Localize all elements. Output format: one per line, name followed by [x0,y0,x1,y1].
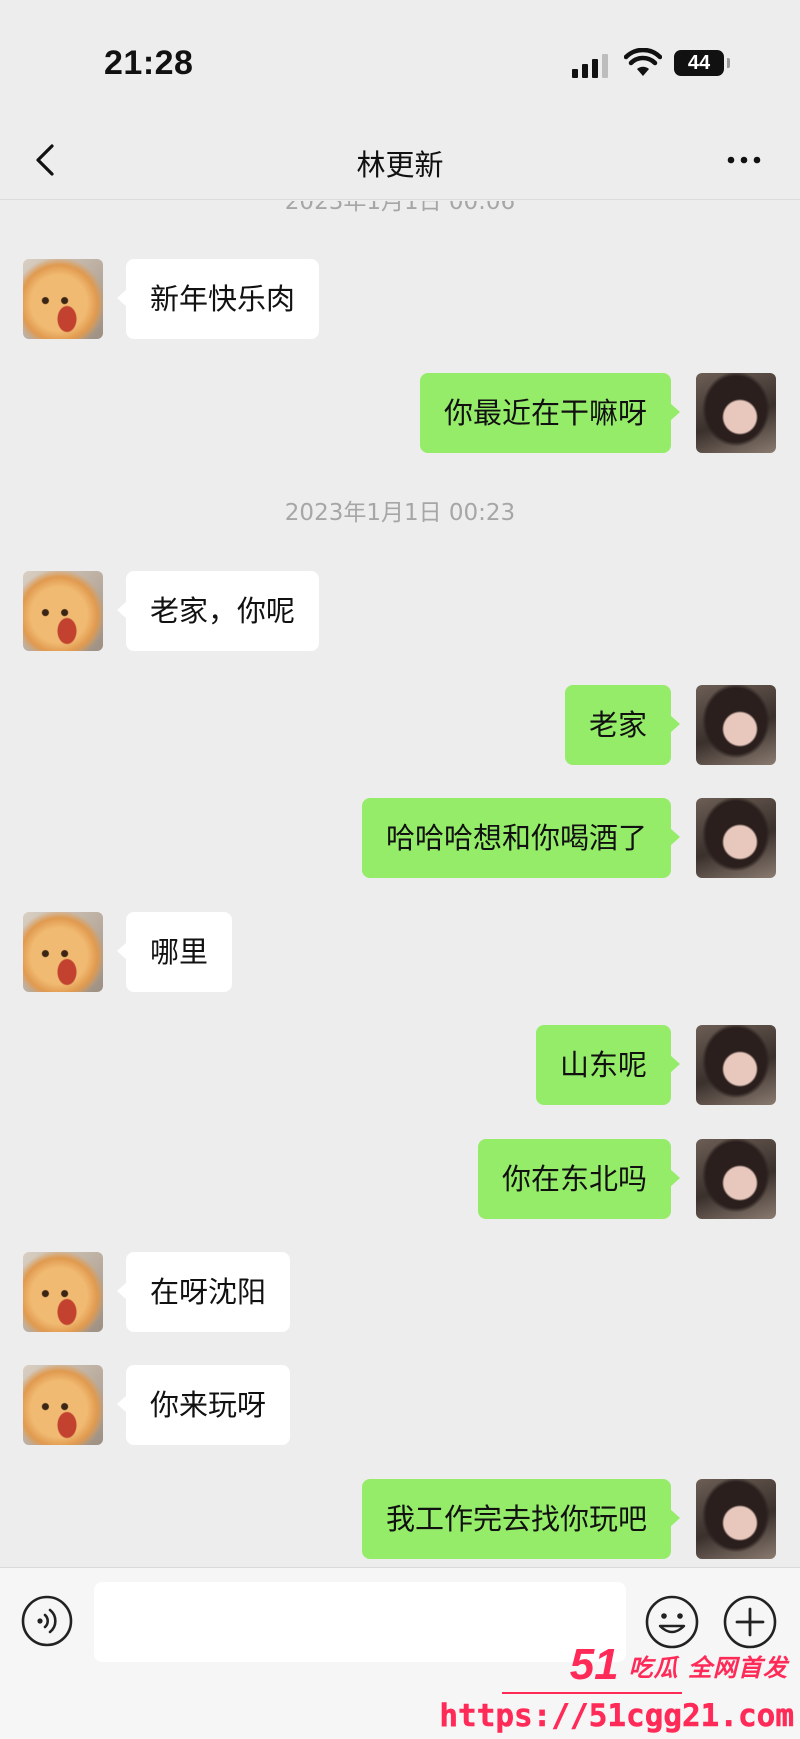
more-icon[interactable] [722,142,766,178]
user-avatar[interactable] [696,798,776,878]
status-time: 21:28 [104,44,194,82]
user-avatar[interactable] [696,1025,776,1105]
message-row: 你在东北吗 [0,1139,800,1221]
message-bubble[interactable]: 你来玩呀 [116,1365,291,1445]
message-list[interactable]: 2023年1月1日 00:06 新年快乐肉 你最近在干嘛呀 2023年1月1日 … [0,201,800,1567]
user-avatar[interactable] [696,1139,776,1219]
watermark: 51 吃瓜 全网首发 https://51cgg21.com [439,1640,796,1736]
message-row: 我工作完去找你玩吧 [0,1479,800,1561]
message-bubble[interactable]: 新年快乐肉 [116,259,320,339]
message-row: 山东呢 [0,1025,800,1107]
contact-avatar[interactable] [23,1365,103,1445]
message-timestamp: 2023年1月1日 00:06 [284,201,516,215]
message-row: 哈哈哈想和你喝酒了 [0,798,800,880]
message-row: 老家 [0,685,800,767]
user-avatar[interactable] [696,685,776,765]
watermark-divider [502,1692,682,1694]
voice-icon[interactable] [20,1594,74,1648]
message-bubble[interactable]: 哈哈哈想和你喝酒了 [361,798,681,878]
user-avatar[interactable] [696,373,776,453]
message-bubble[interactable]: 老家 [564,685,681,765]
watermark-slogan: 吃瓜 全网首发 [628,1653,788,1682]
message-bubble[interactable]: 哪里 [116,912,233,992]
contact-avatar[interactable] [23,1252,103,1332]
chat-header: 林更新 [0,120,800,200]
watermark-logo: 51 [569,1640,619,1689]
contact-avatar[interactable] [23,571,103,651]
wifi-icon [624,48,662,76]
contact-avatar[interactable] [23,259,103,339]
message-row: 哪里 [0,912,800,994]
watermark-url: https://51cgg21.com [439,1698,794,1735]
message-timestamp: 2023年1月1日 00:23 [284,500,516,526]
watermark-header: 51 吃瓜 全网首发 [570,1640,788,1690]
message-bubble[interactable]: 我工作完去找你玩吧 [361,1479,681,1559]
battery-icon: 44 [674,50,730,76]
message-row: 你来玩呀 [0,1365,800,1447]
message-bubble[interactable]: 老家，你呢 [116,571,320,651]
message-bubble[interactable]: 你最近在干嘛呀 [419,373,681,453]
message-bubble[interactable]: 你在东北吗 [477,1139,681,1219]
contact-avatar[interactable] [23,912,103,992]
signal-icon [572,52,608,78]
message-row: 新年快乐肉 [0,259,800,341]
user-avatar[interactable] [696,1479,776,1559]
message-bubble[interactable]: 在呀沈阳 [116,1252,291,1332]
message-row: 老家，你呢 [0,571,800,653]
message-bubble[interactable]: 山东呢 [535,1025,681,1105]
battery-level: 44 [687,51,711,74]
message-row: 在呀沈阳 [0,1252,800,1334]
status-bar: 21:28 44 [0,0,800,120]
message-row: 你最近在干嘛呀 [0,373,800,455]
chat-title: 林更新 [356,148,444,182]
